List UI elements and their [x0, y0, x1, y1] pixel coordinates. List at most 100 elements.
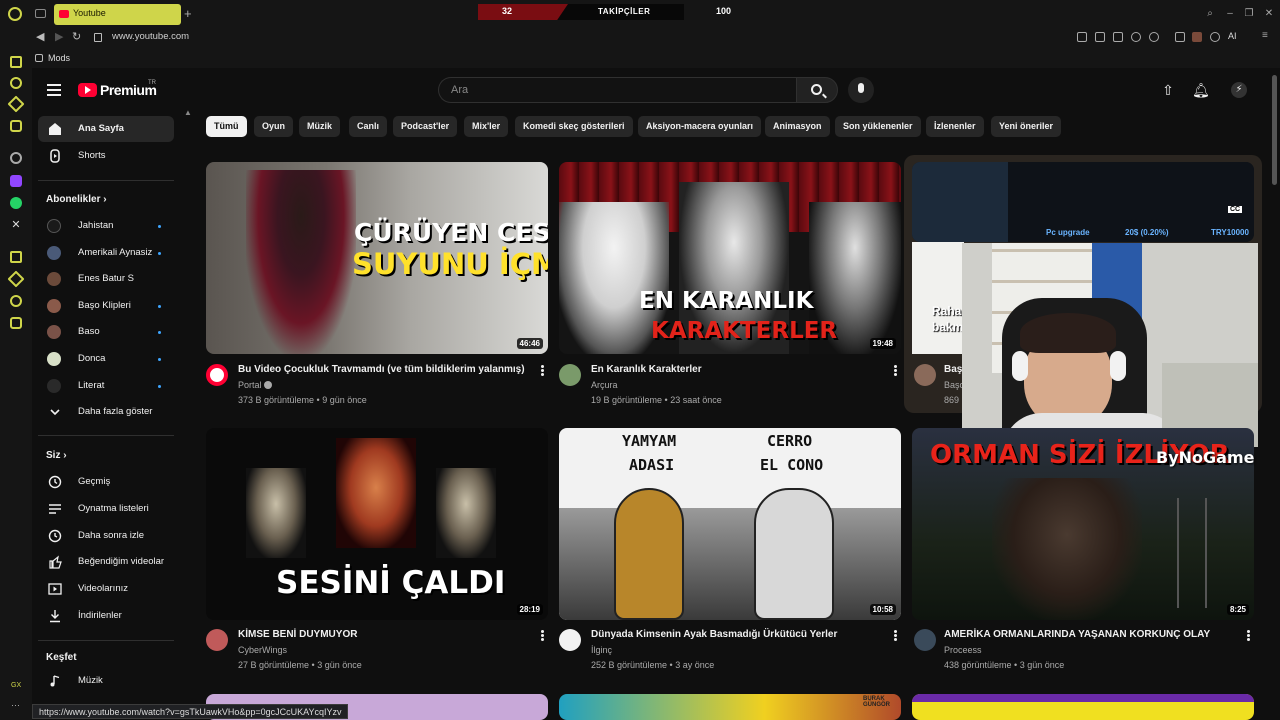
- nav-your-videos[interactable]: Videolarınız: [38, 576, 174, 602]
- video-title[interactable]: AMERİKA ORMANLARINDA YAŞANAN KORKUNÇ OLA…: [944, 629, 1210, 640]
- nav-downloads[interactable]: İndirilenler: [38, 603, 174, 629]
- video-thumbnail[interactable]: ÇÜRÜYEN CESEDİN SUYUNU İÇMEK 46:46: [206, 162, 548, 354]
- whatsapp-icon[interactable]: [10, 197, 22, 209]
- twitch-icon[interactable]: [10, 175, 22, 187]
- new-tab-button[interactable]: +: [184, 6, 192, 21]
- chip-live[interactable]: Canlı: [349, 116, 388, 137]
- channel-name[interactable]: Portal: [238, 380, 273, 390]
- heart-icon[interactable]: [1149, 32, 1159, 42]
- sidebar-more-icon[interactable]: ⋯: [11, 700, 20, 711]
- close-window-button[interactable]: ✕: [1263, 8, 1275, 19]
- shield-icon[interactable]: [1113, 32, 1123, 42]
- chip-music[interactable]: Müzik: [299, 116, 341, 137]
- gx-music-icon[interactable]: [10, 251, 22, 263]
- nav-shorts[interactable]: Shorts: [38, 143, 174, 169]
- search-tabs-icon[interactable]: ⌕: [1204, 8, 1216, 19]
- guide-menu-icon[interactable]: [47, 84, 61, 96]
- profile-avatar[interactable]: [1192, 32, 1202, 42]
- voice-search-button[interactable]: [848, 77, 874, 103]
- workspace-icon[interactable]: [35, 9, 46, 18]
- nav-liked-videos[interactable]: Beğendiğim videolar: [38, 549, 174, 575]
- video-thumbnail[interactable]: EN KARANLIK KARAKTERLER 19:48: [559, 162, 901, 354]
- chip-animation[interactable]: Animasyon: [765, 116, 830, 137]
- channel-avatar[interactable]: [206, 629, 228, 651]
- gx-wallet-icon[interactable]: [10, 317, 22, 329]
- channel-avatar[interactable]: [914, 629, 936, 651]
- live-preview-thumbnail[interactable]: Pc upgrade 20$ (0.20%) TRY10000 CC: [912, 162, 1254, 242]
- channel-name[interactable]: CyberWings: [238, 645, 287, 655]
- url-field[interactable]: www.youtube.com: [112, 31, 189, 42]
- subscriptions-heading[interactable]: Abonelikler ›: [46, 194, 107, 205]
- chip-new-to-you[interactable]: Yeni öneriler: [991, 116, 1062, 137]
- video-title[interactable]: KİMSE BENİ DUYMUYOR: [238, 629, 357, 640]
- more-actions-icon[interactable]: [894, 365, 898, 377]
- upload-icon[interactable]: ⇧: [1160, 82, 1176, 98]
- show-more-button[interactable]: Daha fazla göster: [38, 399, 174, 425]
- channel-name[interactable]: Proceess: [944, 645, 982, 655]
- more-actions-icon[interactable]: [541, 365, 545, 377]
- cube-icon[interactable]: [1175, 32, 1185, 42]
- browser-tab-youtube[interactable]: Youtube: [54, 4, 181, 25]
- search-button[interactable]: [796, 77, 838, 103]
- gx-games-icon[interactable]: [7, 95, 25, 113]
- sub-literat[interactable]: Literat: [38, 373, 174, 399]
- gx-cleaner-icon[interactable]: [10, 120, 22, 132]
- chip-comedy[interactable]: Komedi skeç gösterileri: [515, 116, 633, 137]
- player-icon[interactable]: [1131, 32, 1141, 42]
- menu-icon[interactable]: ≡: [1262, 31, 1272, 42]
- aria-ai-label[interactable]: AI: [1228, 31, 1237, 41]
- channel-name[interactable]: Arçura: [591, 380, 618, 390]
- channel-avatar[interactable]: [559, 364, 581, 386]
- scroll-up-icon[interactable]: ▲: [184, 108, 192, 117]
- snapshot-icon[interactable]: [1095, 32, 1105, 42]
- maximize-button[interactable]: ❐: [1243, 8, 1255, 19]
- video-title[interactable]: En Karanlık Karakterler: [591, 364, 702, 375]
- sub-baso-klipleri[interactable]: Başo Klipleri: [38, 293, 174, 319]
- channel-avatar[interactable]: [914, 364, 936, 386]
- x-twitter-icon[interactable]: ✕: [10, 219, 22, 231]
- chip-mixes[interactable]: Mix'ler: [464, 116, 509, 137]
- gx-extension-icon[interactable]: [7, 270, 25, 288]
- sub-amerikali-aynasiz[interactable]: Amerikali Aynasiz: [38, 240, 174, 266]
- more-actions-icon[interactable]: [894, 630, 898, 642]
- video-thumbnail[interactable]: YAMYAM ADASI CERRO EL CONO 10:58: [559, 428, 901, 620]
- nav-music[interactable]: Müzik: [38, 668, 174, 694]
- nav-home[interactable]: Ana Sayfa: [38, 116, 174, 142]
- chip-gaming[interactable]: Oyun: [254, 116, 294, 137]
- bookmark-mods[interactable]: Mods: [48, 53, 70, 63]
- video-thumbnail[interactable]: SESİNİ ÇALDI 28:19: [206, 428, 548, 620]
- vpn-icon[interactable]: [1210, 32, 1220, 42]
- gx-control-icon[interactable]: [10, 56, 22, 68]
- opera-gx-logo-icon[interactable]: [8, 7, 22, 21]
- gx-corner-icon[interactable]: [10, 77, 22, 89]
- channel-avatar[interactable]: [559, 629, 581, 651]
- minimize-button[interactable]: –: [1224, 8, 1236, 19]
- sub-baso[interactable]: Baso: [38, 319, 174, 345]
- gx-pin-icon[interactable]: [10, 295, 22, 307]
- bookmark-icon[interactable]: [1077, 32, 1087, 42]
- chip-recent[interactable]: Son yüklenenler: [835, 116, 921, 137]
- nav-playlists[interactable]: Oynatma listeleri: [38, 496, 174, 522]
- sub-donca[interactable]: Donca: [38, 346, 174, 372]
- nav-history[interactable]: Geçmiş: [38, 469, 174, 495]
- page-scrollbar[interactable]: [1272, 75, 1277, 185]
- video-title[interactable]: Dünyada Kimsenin Ayak Basmadığı Ürkütücü…: [591, 629, 837, 640]
- channel-name[interactable]: İlginç: [591, 645, 612, 655]
- account-avatar[interactable]: ⚡︎: [1231, 82, 1247, 98]
- more-actions-icon[interactable]: [1247, 630, 1251, 642]
- chip-podcasts[interactable]: Podcast'ler: [393, 116, 458, 137]
- video-thumbnail[interactable]: BURAK GÜNGÖR: [559, 694, 901, 720]
- channel-avatar[interactable]: [206, 364, 228, 386]
- back-button[interactable]: ◀: [36, 30, 44, 43]
- captions-badge[interactable]: CC: [1228, 206, 1243, 213]
- forward-button[interactable]: ▶: [55, 30, 63, 43]
- more-actions-icon[interactable]: [541, 630, 545, 642]
- nav-watch-later[interactable]: Daha sonra izle: [38, 523, 174, 549]
- youtube-logo-icon[interactable]: [78, 83, 97, 97]
- video-title[interactable]: Bu Video Çocukluk Travmamdı (ve tüm bild…: [238, 364, 525, 375]
- search-input[interactable]: Ara: [438, 77, 797, 103]
- sub-jahistan[interactable]: Jahistan: [38, 213, 174, 239]
- settings-gear-icon[interactable]: [10, 152, 22, 164]
- reload-button[interactable]: ↻: [72, 30, 81, 43]
- chip-action-adventure[interactable]: Aksiyon-macera oyunları: [638, 116, 762, 137]
